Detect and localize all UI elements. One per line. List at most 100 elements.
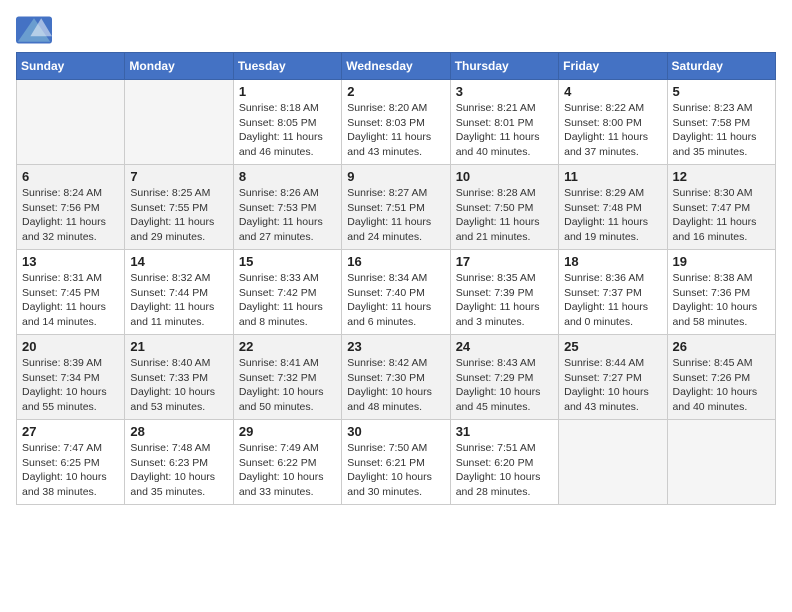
cell-content: Sunrise: 8:36 AMSunset: 7:37 PMDaylight:… — [564, 271, 661, 330]
day-number: 24 — [456, 339, 553, 354]
cell-content: Sunrise: 8:27 AMSunset: 7:51 PMDaylight:… — [347, 186, 444, 245]
calendar-cell — [667, 420, 775, 505]
cell-content: Sunrise: 7:51 AMSunset: 6:20 PMDaylight:… — [456, 441, 553, 500]
day-number: 25 — [564, 339, 661, 354]
cell-content: Sunrise: 8:18 AMSunset: 8:05 PMDaylight:… — [239, 101, 336, 160]
calendar-cell: 25 Sunrise: 8:44 AMSunset: 7:27 PMDayligh… — [559, 335, 667, 420]
calendar-cell: 26 Sunrise: 8:45 AMSunset: 7:26 PMDayligh… — [667, 335, 775, 420]
calendar-cell: 10 Sunrise: 8:28 AMSunset: 7:50 PMDayligh… — [450, 165, 558, 250]
cell-content: Sunrise: 7:48 AMSunset: 6:23 PMDaylight:… — [130, 441, 227, 500]
cell-content: Sunrise: 8:34 AMSunset: 7:40 PMDaylight:… — [347, 271, 444, 330]
cell-content: Sunrise: 8:20 AMSunset: 8:03 PMDaylight:… — [347, 101, 444, 160]
calendar-cell: 22Sunrise: 8:41 AMSunset: 7:32 PMDayligh… — [233, 335, 341, 420]
day-number: 27 — [22, 424, 119, 439]
cell-content: Sunrise: 8:24 AMSunset: 7:56 PMDaylight:… — [22, 186, 119, 245]
calendar-cell: 13Sunrise: 8:31 AMSunset: 7:45 PMDayligh… — [17, 250, 125, 335]
calendar-week-row: 6 Sunrise: 8:24 AMSunset: 7:56 PMDaylight… — [17, 165, 776, 250]
weekday-header: Wednesday — [342, 53, 450, 80]
calendar-cell: 28 Sunrise: 7:48 AMSunset: 6:23 PMDayligh… — [125, 420, 233, 505]
calendar-cell: 14 Sunrise: 8:32 AMSunset: 7:44 PMDayligh… — [125, 250, 233, 335]
logo — [16, 16, 58, 44]
day-number: 20 — [22, 339, 119, 354]
day-number: 22 — [239, 339, 336, 354]
cell-content: Sunrise: 8:23 AMSunset: 7:58 PMDaylight:… — [673, 101, 770, 160]
calendar-week-row: 1Sunrise: 8:18 AMSunset: 8:05 PMDaylight… — [17, 80, 776, 165]
calendar-cell: 4 Sunrise: 8:22 AMSunset: 8:00 PMDaylight… — [559, 80, 667, 165]
cell-content: Sunrise: 8:30 AMSunset: 7:47 PMDaylight:… — [673, 186, 770, 245]
cell-content: Sunrise: 8:42 AMSunset: 7:30 PMDaylight:… — [347, 356, 444, 415]
weekday-header: Monday — [125, 53, 233, 80]
day-number: 15 — [239, 254, 336, 269]
weekday-header: Saturday — [667, 53, 775, 80]
day-number: 5 — [673, 84, 770, 99]
day-number: 18 — [564, 254, 661, 269]
cell-content: Sunrise: 7:50 AMSunset: 6:21 PMDaylight:… — [347, 441, 444, 500]
day-number: 28 — [130, 424, 227, 439]
cell-content: Sunrise: 8:29 AMSunset: 7:48 PMDaylight:… — [564, 186, 661, 245]
calendar-week-row: 27 Sunrise: 7:47 AMSunset: 6:25 PMDayligh… — [17, 420, 776, 505]
weekday-header: Thursday — [450, 53, 558, 80]
day-number: 31 — [456, 424, 553, 439]
cell-content: Sunrise: 8:22 AMSunset: 8:00 PMDaylight:… — [564, 101, 661, 160]
calendar-cell: 2 Sunrise: 8:20 AMSunset: 8:03 PMDaylight… — [342, 80, 450, 165]
calendar-cell: 18 Sunrise: 8:36 AMSunset: 7:37 PMDayligh… — [559, 250, 667, 335]
cell-content: Sunrise: 8:38 AMSunset: 7:36 PMDaylight:… — [673, 271, 770, 330]
day-number: 19 — [673, 254, 770, 269]
day-number: 14 — [130, 254, 227, 269]
day-number: 2 — [347, 84, 444, 99]
cell-content: Sunrise: 8:39 AMSunset: 7:34 PMDaylight:… — [22, 356, 119, 415]
calendar-cell: 20 Sunrise: 8:39 AMSunset: 7:34 PMDayligh… — [17, 335, 125, 420]
calendar-week-row: 20 Sunrise: 8:39 AMSunset: 7:34 PMDayligh… — [17, 335, 776, 420]
calendar-cell: 7Sunrise: 8:25 AMSunset: 7:55 PMDaylight… — [125, 165, 233, 250]
cell-content: Sunrise: 8:33 AMSunset: 7:42 PMDaylight:… — [239, 271, 336, 330]
day-number: 8 — [239, 169, 336, 184]
cell-content: Sunrise: 8:28 AMSunset: 7:50 PMDaylight:… — [456, 186, 553, 245]
calendar-cell: 15 Sunrise: 8:33 AMSunset: 7:42 PMDayligh… — [233, 250, 341, 335]
calendar-cell: 1Sunrise: 8:18 AMSunset: 8:05 PMDaylight… — [233, 80, 341, 165]
calendar-cell: 11 Sunrise: 8:29 AMSunset: 7:48 PMDayligh… — [559, 165, 667, 250]
cell-content: Sunrise: 7:47 AMSunset: 6:25 PMDaylight:… — [22, 441, 119, 500]
day-number: 6 — [22, 169, 119, 184]
calendar-cell: 24 Sunrise: 8:43 AMSunset: 7:29 PMDayligh… — [450, 335, 558, 420]
calendar-cell: 8 Sunrise: 8:26 AMSunset: 7:53 PMDaylight… — [233, 165, 341, 250]
cell-content: Sunrise: 8:44 AMSunset: 7:27 PMDaylight:… — [564, 356, 661, 415]
cell-content: Sunrise: 8:25 AMSunset: 7:55 PMDaylight:… — [130, 186, 227, 245]
calendar-cell — [125, 80, 233, 165]
cell-content: Sunrise: 8:21 AMSunset: 8:01 PMDaylight:… — [456, 101, 553, 160]
logo-icon — [16, 16, 52, 44]
day-number: 9 — [347, 169, 444, 184]
day-number: 17 — [456, 254, 553, 269]
calendar-cell: 30 Sunrise: 7:50 AMSunset: 6:21 PMDayligh… — [342, 420, 450, 505]
day-number: 23 — [347, 339, 444, 354]
calendar-cell: 9 Sunrise: 8:27 AMSunset: 7:51 PMDaylight… — [342, 165, 450, 250]
weekday-header: Tuesday — [233, 53, 341, 80]
cell-content: Sunrise: 8:32 AMSunset: 7:44 PMDaylight:… — [130, 271, 227, 330]
calendar-cell: 12Sunrise: 8:30 AMSunset: 7:47 PMDayligh… — [667, 165, 775, 250]
day-number: 30 — [347, 424, 444, 439]
calendar-cell: 6 Sunrise: 8:24 AMSunset: 7:56 PMDaylight… — [17, 165, 125, 250]
day-number: 29 — [239, 424, 336, 439]
cell-content: Sunrise: 8:45 AMSunset: 7:26 PMDaylight:… — [673, 356, 770, 415]
calendar-cell: 19 Sunrise: 8:38 AMSunset: 7:36 PMDayligh… — [667, 250, 775, 335]
cell-content: Sunrise: 8:40 AMSunset: 7:33 PMDaylight:… — [130, 356, 227, 415]
day-number: 13 — [22, 254, 119, 269]
cell-content: Sunrise: 8:43 AMSunset: 7:29 PMDaylight:… — [456, 356, 553, 415]
calendar-cell: 17Sunrise: 8:35 AMSunset: 7:39 PMDayligh… — [450, 250, 558, 335]
cell-content: Sunrise: 7:49 AMSunset: 6:22 PMDaylight:… — [239, 441, 336, 500]
weekday-header: Sunday — [17, 53, 125, 80]
day-number: 11 — [564, 169, 661, 184]
calendar-cell: 16 Sunrise: 8:34 AMSunset: 7:40 PMDayligh… — [342, 250, 450, 335]
day-number: 10 — [456, 169, 553, 184]
day-number: 4 — [564, 84, 661, 99]
calendar-cell: 21Sunrise: 8:40 AMSunset: 7:33 PMDayligh… — [125, 335, 233, 420]
calendar-cell — [17, 80, 125, 165]
calendar-cell: 5 Sunrise: 8:23 AMSunset: 7:58 PMDaylight… — [667, 80, 775, 165]
calendar-week-row: 13Sunrise: 8:31 AMSunset: 7:45 PMDayligh… — [17, 250, 776, 335]
day-number: 16 — [347, 254, 444, 269]
cell-content: Sunrise: 8:26 AMSunset: 7:53 PMDaylight:… — [239, 186, 336, 245]
calendar-cell: 3Sunrise: 8:21 AMSunset: 8:01 PMDaylight… — [450, 80, 558, 165]
calendar-cell: 29 Sunrise: 7:49 AMSunset: 6:22 PMDayligh… — [233, 420, 341, 505]
calendar-cell: 31 Sunrise: 7:51 AMSunset: 6:20 PMDayligh… — [450, 420, 558, 505]
calendar-table: SundayMondayTuesdayWednesdayThursdayFrid… — [16, 52, 776, 505]
day-number: 26 — [673, 339, 770, 354]
